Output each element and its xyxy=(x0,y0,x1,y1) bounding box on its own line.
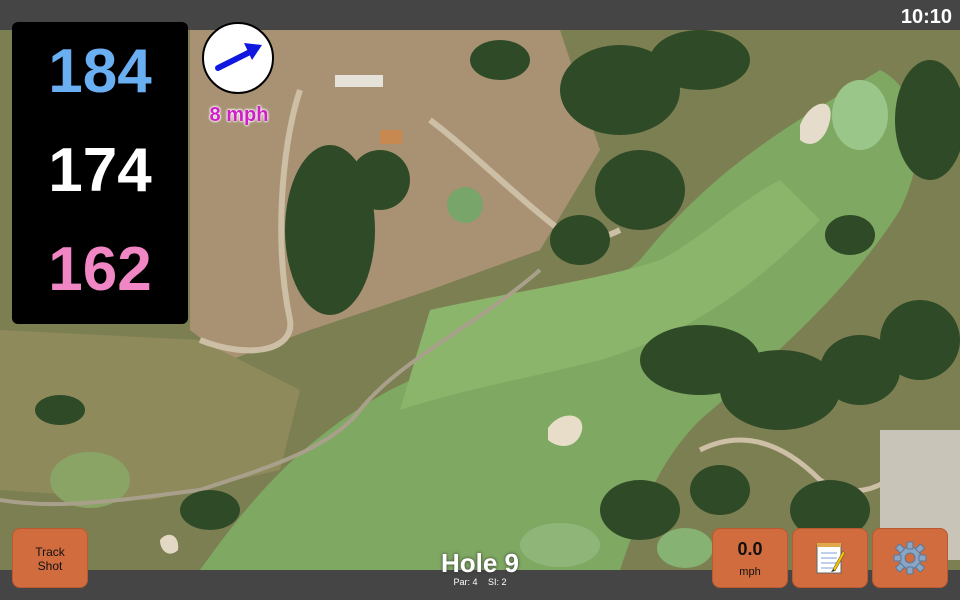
par-label: Par: 4 xyxy=(453,577,478,587)
hole-title[interactable]: Hole 9 xyxy=(380,548,580,579)
track-shot-label-line1: Track xyxy=(35,545,65,559)
distance-panel: 184 174 162 xyxy=(12,22,188,324)
track-shot-label-line2: Shot xyxy=(37,559,63,573)
settings-button[interactable] xyxy=(872,528,948,588)
wind-speed-label: 8 mph xyxy=(209,104,269,126)
speed-unit: mph xyxy=(739,566,761,578)
front-of-green-distance: 162 xyxy=(48,235,152,304)
notes-button[interactable] xyxy=(792,528,868,588)
speed-value: 0.0 xyxy=(737,539,763,559)
hole-info: Par: 4 SI: 2 xyxy=(380,577,580,587)
middle-of-green-distance: 174 xyxy=(48,136,152,205)
stroke-index-label: SI: 2 xyxy=(488,577,507,587)
gear-icon xyxy=(893,541,927,575)
notepad-icon xyxy=(816,543,845,574)
clock: 10:10 xyxy=(900,6,952,28)
speed-button[interactable]: 0.0 mph xyxy=(712,528,788,588)
wind-arrow-icon xyxy=(215,43,262,71)
back-of-green-distance: 184 xyxy=(48,37,152,106)
track-shot-button[interactable]: Track Shot xyxy=(12,528,88,588)
wind-indicator[interactable] xyxy=(202,22,274,94)
